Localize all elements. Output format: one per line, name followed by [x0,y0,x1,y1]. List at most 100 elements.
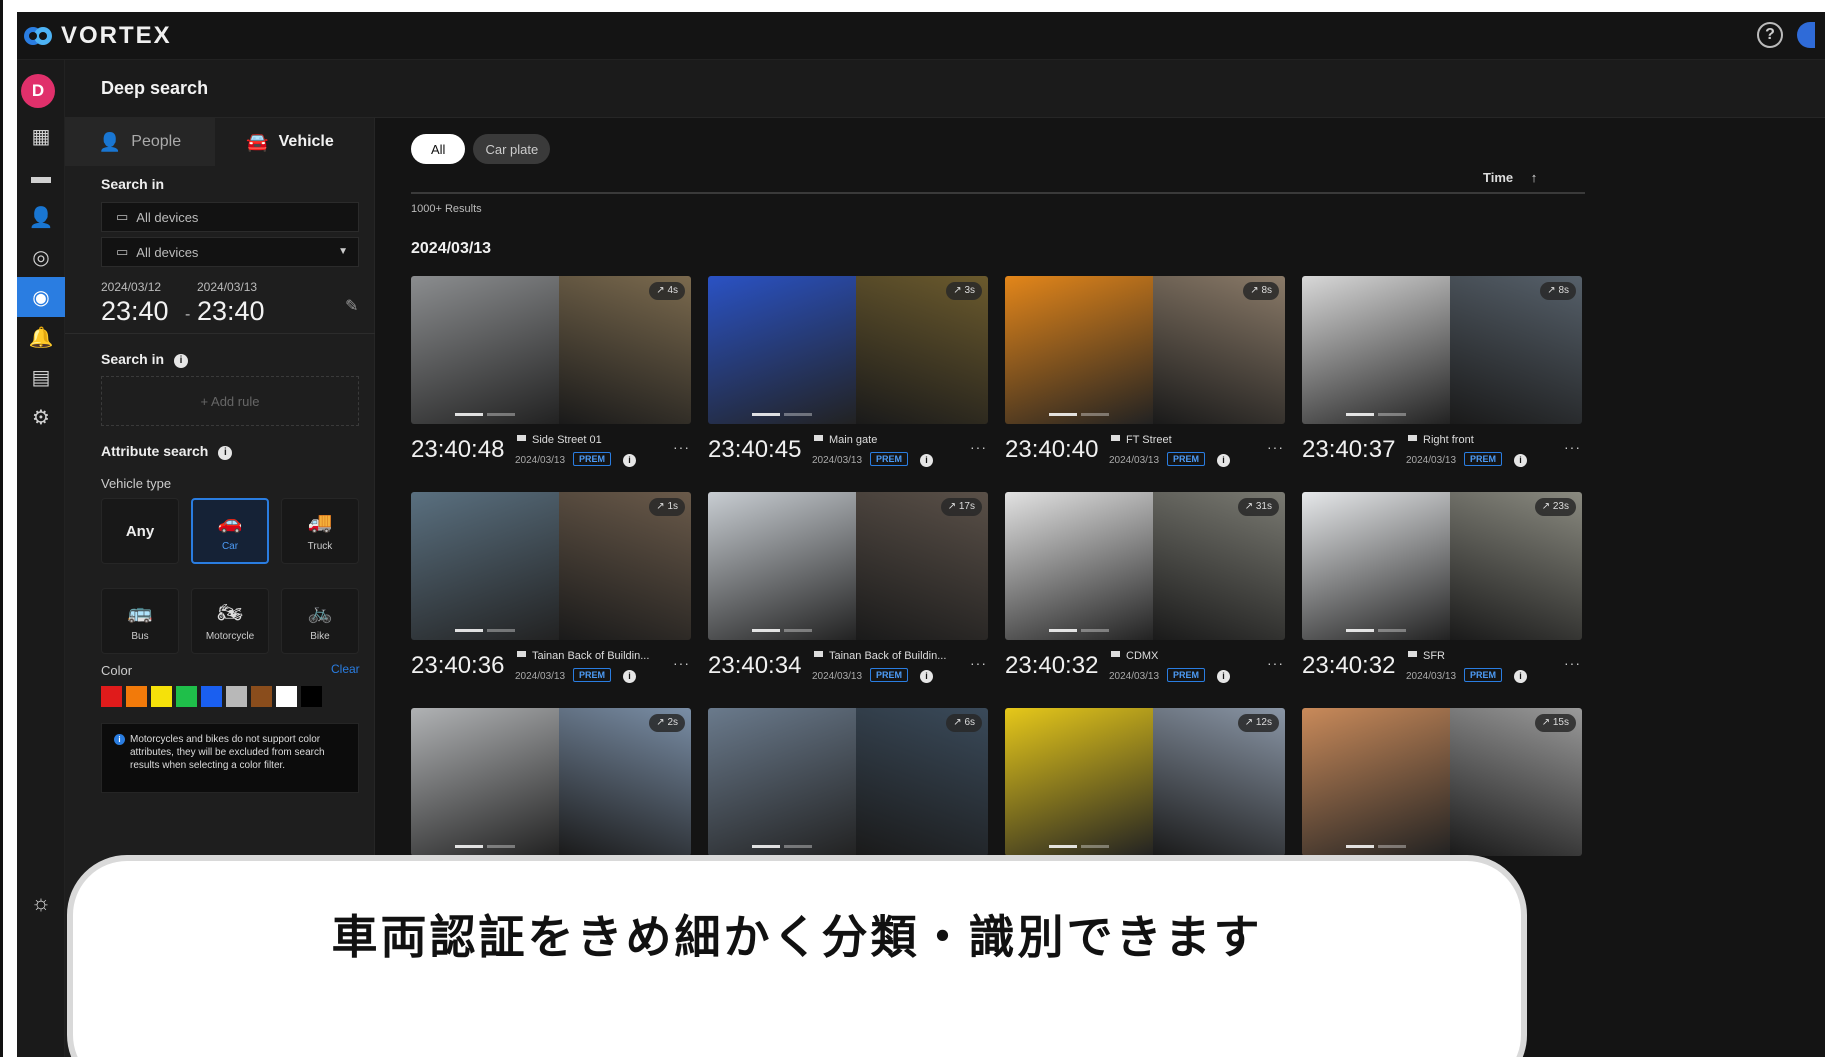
tab-people[interactable]: 👤 People [65,118,215,166]
account-avatar[interactable] [1797,22,1815,48]
more-options-icon[interactable]: ··· [673,439,690,455]
result-card[interactable]: ↗ 3s 23:40:45 Main gate 2024/03/13 PREM i ··· [708,276,988,478]
result-thumbnail[interactable]: ↗ 2s [411,708,691,856]
more-options-icon[interactable]: ··· [970,655,987,671]
color-swatch[interactable] [226,686,247,707]
thumbnail-pager[interactable] [1049,629,1109,632]
vehicle-type-bike[interactable]: 🚲 Bike [281,588,359,654]
dashboard-icon[interactable]: ▦ [17,116,65,156]
archive-icon[interactable]: ▤ [17,357,65,397]
filter-all[interactable]: All [411,134,466,164]
bell-icon[interactable]: 🔔 [17,317,65,357]
info-icon[interactable]: i [920,670,933,683]
device-field[interactable]: ▭ All devices [101,202,359,232]
layers-icon[interactable]: ◎ [17,237,65,277]
vehicle-type-motorcycle[interactable]: 🏍 Motorcycle [191,588,269,654]
result-time: 23:40:34 [708,652,802,679]
result-thumbnail[interactable]: ↗ 12s [1005,708,1285,856]
result-camera-name: Tainan Back of Buildin... [829,650,947,662]
vehicle-type-truck-label: Truck [307,541,333,552]
thumbnail-pager[interactable] [1346,413,1406,416]
info-icon[interactable]: i [920,454,933,467]
info-icon[interactable]: i [1514,454,1527,467]
thumbnail-pager[interactable] [752,413,812,416]
color-swatch[interactable] [176,686,197,707]
deep-search-icon[interactable]: ◉ [17,277,65,317]
result-date: 2024/03/13 [515,455,566,466]
info-icon[interactable]: i [623,670,636,683]
vehicle-snapshot [708,708,856,856]
date-range[interactable]: 2024/03/12 23:40 - 2024/03/13 23:40 ✎ [101,280,359,330]
more-options-icon[interactable]: ··· [1267,655,1284,671]
settings-icon[interactable]: ⚙ [17,397,65,437]
more-options-icon[interactable]: ··· [970,439,987,455]
device-select[interactable]: ▭ All devices ▼ [101,237,359,267]
vehicle-type-car[interactable]: 🚗 Car [191,498,269,564]
info-icon[interactable]: i [1217,670,1230,683]
info-icon[interactable]: i [1514,670,1527,683]
help-icon[interactable]: ? [1757,22,1783,48]
vehicle-type-truck[interactable]: 🚚 Truck [281,498,359,564]
color-swatch[interactable] [251,686,272,707]
thumbnail-pager[interactable] [752,845,812,848]
thumbnail-pager[interactable] [455,629,515,632]
tab-vehicle[interactable]: 🚘 Vehicle [215,118,365,166]
result-thumbnail[interactable]: ↗ 31s [1005,492,1285,640]
result-card[interactable]: ↗ 4s 23:40:48 Side Street 01 2024/03/13 PREM… [411,276,691,478]
result-card[interactable]: ↗ 23s 23:40:32 SFR 2024/03/13 PREM i ··· [1302,492,1582,694]
result-card[interactable]: ↗ 31s 23:40:32 CDMX 2024/03/13 PREM i ··· [1005,492,1285,694]
filter-car-plate[interactable]: Car plate [473,134,551,164]
result-camera: Right front [1408,434,1474,446]
result-card[interactable]: ↗ 1s 23:40:36 Tainan Back of Buildin... 202… [411,492,691,694]
thumbnail-pager[interactable] [455,413,515,416]
info-icon[interactable]: i [623,454,636,467]
result-card[interactable]: ↗ 8s 23:40:37 Right front 2024/03/13 PREM i ··… [1302,276,1582,478]
theme-toggle-icon[interactable]: ☼ [17,890,65,920]
result-card[interactable]: ↗ 17s 23:40:34 Tainan Back of Buildin... 20… [708,492,988,694]
color-swatch[interactable] [301,686,322,707]
edit-icon[interactable]: ✎ [345,296,358,316]
color-swatch[interactable] [201,686,222,707]
result-thumbnail[interactable]: ↗ 17s [708,492,988,640]
vehicle-type-bus-label: Bus [131,631,149,642]
more-options-icon[interactable]: ··· [673,655,690,671]
result-thumbnail[interactable]: ↗ 8s [1005,276,1285,424]
clip-duration: 6s [964,717,975,728]
result-thumbnail[interactable]: ↗ 3s [708,276,988,424]
add-rule-button[interactable]: + Add rule [101,376,359,426]
thumbnail-pager[interactable] [455,845,515,848]
result-thumbnail[interactable]: ↗ 8s [1302,276,1582,424]
color-swatch[interactable] [101,686,122,707]
caption-banner: 車両認証をきめ細かく分類・識別できます [67,855,1527,1057]
car-icon: 🚗 [217,512,243,534]
color-swatch[interactable] [126,686,147,707]
color-filter-notice: i Motorcycles and bikes do not support c… [101,723,359,793]
info-icon[interactable]: i [218,446,233,460]
more-options-icon[interactable]: ··· [1564,439,1581,455]
color-swatch[interactable] [276,686,297,707]
result-card[interactable]: ↗ 8s 23:40:40 FT Street 2024/03/13 PREM i ··· [1005,276,1285,478]
thumbnail-pager[interactable] [1346,629,1406,632]
result-thumbnail[interactable]: ↗ 15s [1302,708,1582,856]
vehicle-type-any[interactable]: Any [101,498,179,564]
info-icon[interactable]: i [1217,454,1230,467]
vehicle-type-bus[interactable]: 🚌 Bus [101,588,179,654]
color-swatch[interactable] [151,686,172,707]
thumbnail-pager[interactable] [1049,413,1109,416]
more-options-icon[interactable]: ··· [1564,655,1581,671]
result-thumbnail[interactable]: ↗ 1s [411,492,691,640]
sort-by-time[interactable]: Time ↑ [1483,170,1537,185]
video-icon[interactable]: ▬ [17,157,65,197]
info-icon[interactable]: i [174,354,189,368]
more-options-icon[interactable]: ··· [1267,439,1284,455]
result-thumbnail[interactable]: ↗ 23s [1302,492,1582,640]
result-thumbnail[interactable]: ↗ 4s [411,276,691,424]
person-icon[interactable]: 👤 [17,197,65,237]
thumbnail-pager[interactable] [1346,845,1406,848]
thumbnail-pager[interactable] [1049,845,1109,848]
user-avatar[interactable]: D [21,74,55,108]
result-thumbnail[interactable]: ↗ 6s [708,708,988,856]
thumbnail-pager[interactable] [752,629,812,632]
logo[interactable]: VORTEX [23,22,172,50]
clear-color-link[interactable]: Clear [331,662,360,676]
